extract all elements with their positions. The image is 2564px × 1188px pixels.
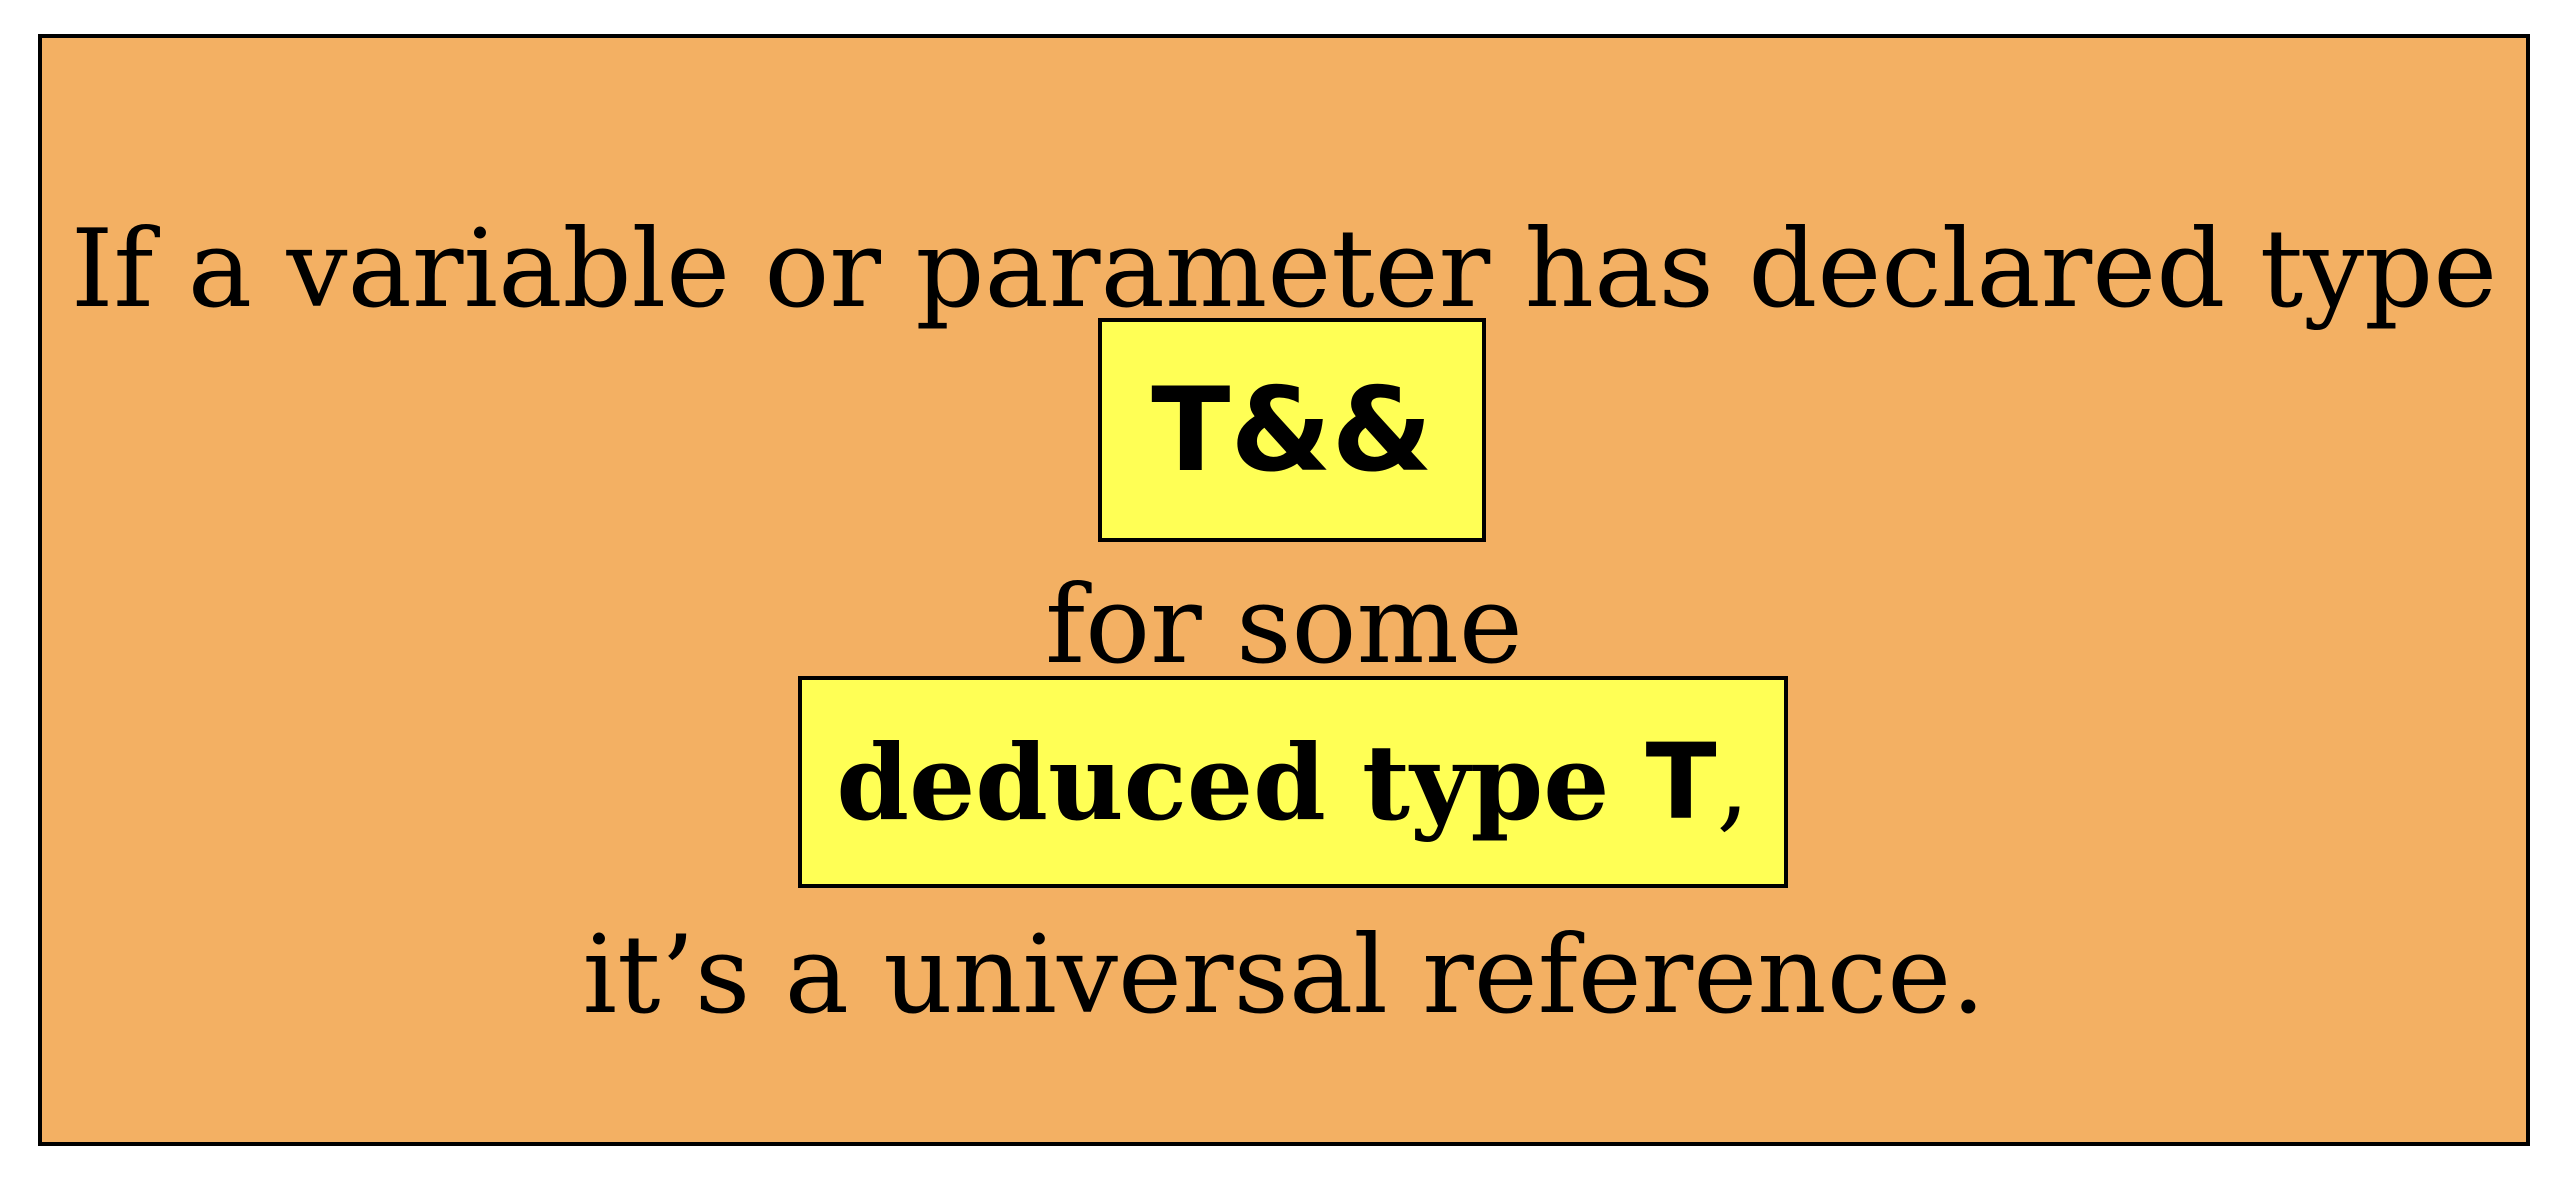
definition-panel: If a variable or parameter has declared … <box>38 34 2530 1146</box>
type-code-text: T&& <box>1151 362 1433 498</box>
deduced-type-code: T <box>1645 721 1717 843</box>
deduced-type-text: deduced type <box>836 720 1610 844</box>
deduced-type-comma: , <box>1716 721 1750 843</box>
type-highlight-box: T&& <box>1098 318 1486 542</box>
conclusion-text: it’s a universal reference. <box>582 913 1986 1038</box>
connector-text: for some <box>1045 563 1523 688</box>
deduced-type-highlight-box: deduced type T, <box>798 676 1788 888</box>
